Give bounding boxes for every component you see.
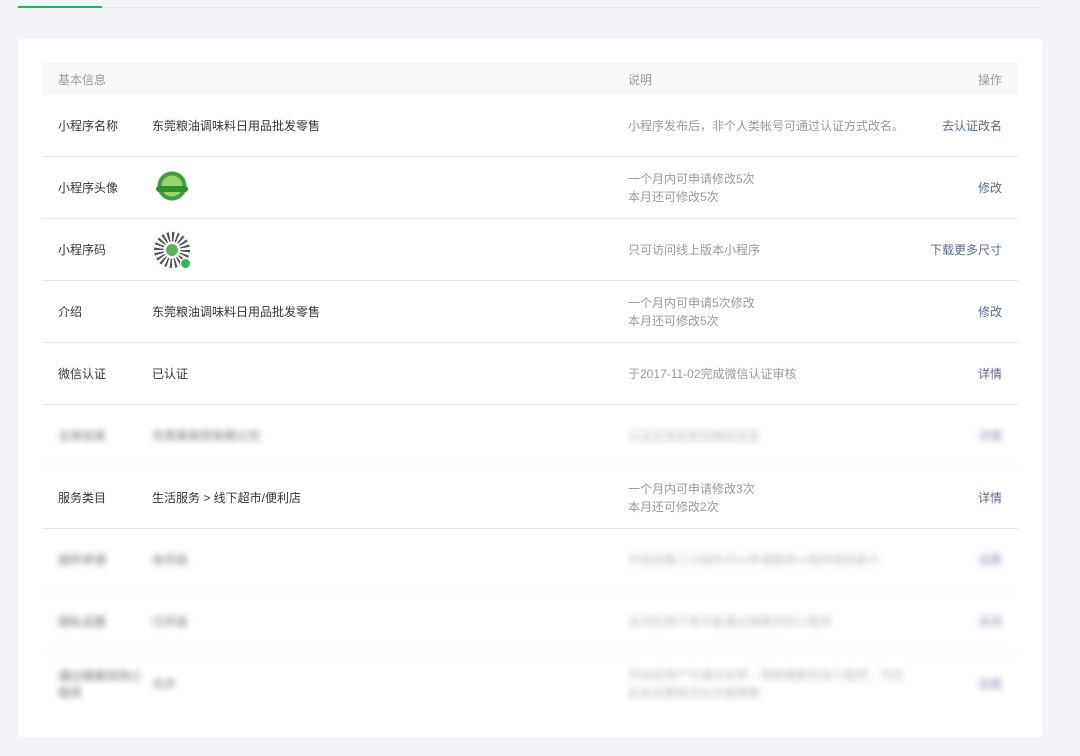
row-value: 东莞粮油调味料日用品批发零售 <box>152 119 321 133</box>
table-row-intro: 介绍 东莞粮油调味料日用品批发零售 一个月内可申请5次修改 本月还可修改5次 修… <box>42 281 1018 343</box>
row-description-line1: 一个月内可申请修改5次 <box>628 171 755 186</box>
row-label: 微信认证 <box>58 367 107 381</box>
edit-avatar-link[interactable]: 修改 <box>978 181 1002 195</box>
row-description: 只可访问线上版本小程序 <box>628 242 761 257</box>
row-label: 小程序码 <box>58 243 107 257</box>
table-row-blurred: 主体信息 东莞某商贸有限公司 认证主体名称及相关信息 详情 <box>42 405 1018 467</box>
row-description: 关闭后用户将不能通过搜索找到小程序 <box>628 614 833 629</box>
row-description-line1: 一个月内可申请5次修改 <box>628 295 755 310</box>
header-description: 说明 <box>628 72 653 87</box>
header-basic-info: 基本信息 <box>58 72 107 87</box>
row-value: 东莞粮油调味料日用品批发零售 <box>152 305 321 319</box>
row-label: 介绍 <box>58 305 83 319</box>
download-sizes-link[interactable]: 下载更多尺寸 <box>930 243 1002 257</box>
category-details-link[interactable]: 详情 <box>978 491 1002 505</box>
row-description: 小程序发布后，非个人类帐号可通过认证方式改名。 <box>628 118 905 133</box>
setting-link[interactable]: 设置 <box>978 677 1002 691</box>
row-description: 于2017-11-02完成微信认证审核 <box>628 366 797 381</box>
row-label: 插件申请 <box>58 553 107 567</box>
mini-program-code-icon <box>152 229 192 270</box>
mini-program-avatar <box>152 167 192 208</box>
row-value: 已认证 <box>152 367 189 381</box>
row-value: 已开启 <box>152 615 189 629</box>
toggle-link[interactable]: 关闭 <box>978 615 1002 629</box>
row-value: 未开启 <box>152 553 189 567</box>
table-row-code: 小程序码 只可访问线上版本小程序 下载更多尺寸 <box>42 219 1018 281</box>
details-link[interactable]: 详情 <box>978 429 1002 443</box>
settings-card: 基本信息 说明 操作 小程序名称 东莞粮油调味料日用品批发零售 小程序发布后，非… <box>18 39 1042 737</box>
row-label: 小程序名称 <box>58 119 119 133</box>
basic-info-table: 基本信息 说明 操作 小程序名称 东莞粮油调味料日用品批发零售 小程序发布后，非… <box>42 63 1018 714</box>
verification-details-link[interactable]: 详情 <box>978 367 1002 381</box>
row-description-line1: 开启后用户可通过名称、简称搜索到该小程序，可在 <box>628 667 905 682</box>
setting-link[interactable]: 设置 <box>978 553 1002 567</box>
row-label: 小程序头像 <box>58 181 119 195</box>
row-value: 允许 <box>152 677 177 691</box>
row-description-line2: 本月还可修改5次 <box>628 313 719 328</box>
row-description: 开启后第三方插件可以申请使用小程序相关能力 <box>628 552 881 567</box>
table-row-name: 小程序名称 东莞粮油调味料日用品批发零售 小程序发布后，非个人类帐号可通过认证方… <box>42 95 1018 157</box>
row-description-line2: 本月还可修改2次 <box>628 499 719 514</box>
row-description: 认证主体名称及相关信息 <box>628 428 761 443</box>
row-label: 通过搜索找到小程序 <box>58 668 143 700</box>
row-value: 东莞某商贸有限公司 <box>152 429 261 443</box>
table-header: 基本信息 说明 操作 <box>42 63 1018 95</box>
verify-rename-link[interactable]: 去认证改名 <box>942 119 1002 133</box>
table-row-verification: 微信认证 已认证 于2017-11-02完成微信认证审核 详情 <box>42 343 1018 405</box>
row-description-line2: 此处设置是否允许被搜索 <box>628 685 761 700</box>
row-label: 主体信息 <box>58 429 107 443</box>
row-description-line2: 本月还可修改5次 <box>628 189 719 204</box>
tab-bar <box>18 0 1042 8</box>
table-row-blurred: 隐私设置 已开启 关闭后用户将不能通过搜索找到小程序 关闭 <box>42 591 1018 653</box>
row-label: 隐私设置 <box>58 615 107 629</box>
table-row-service-category: 服务类目 生活服务 > 线下超市/便利店 一个月内可申请修改3次 本月还可修改2… <box>42 467 1018 529</box>
header-operation: 操作 <box>977 72 1002 87</box>
table-row-blurred: 插件申请 未开启 开启后第三方插件可以申请使用小程序相关能力 设置 <box>42 529 1018 591</box>
table-row-avatar: 小程序头像 一个月内可申请修改5次 本月还可修改5次 修改 <box>42 157 1018 219</box>
active-tab-indicator <box>18 6 102 8</box>
table-row-blurred: 通过搜索找到小程序 允许 开启后用户可通过名称、简称搜索到该小程序，可在 此处设… <box>42 653 1018 714</box>
edit-intro-link[interactable]: 修改 <box>978 305 1002 319</box>
row-description-line1: 一个月内可申请修改3次 <box>628 481 755 496</box>
row-label: 服务类目 <box>58 491 107 505</box>
row-value: 生活服务 > 线下超市/便利店 <box>152 491 302 505</box>
